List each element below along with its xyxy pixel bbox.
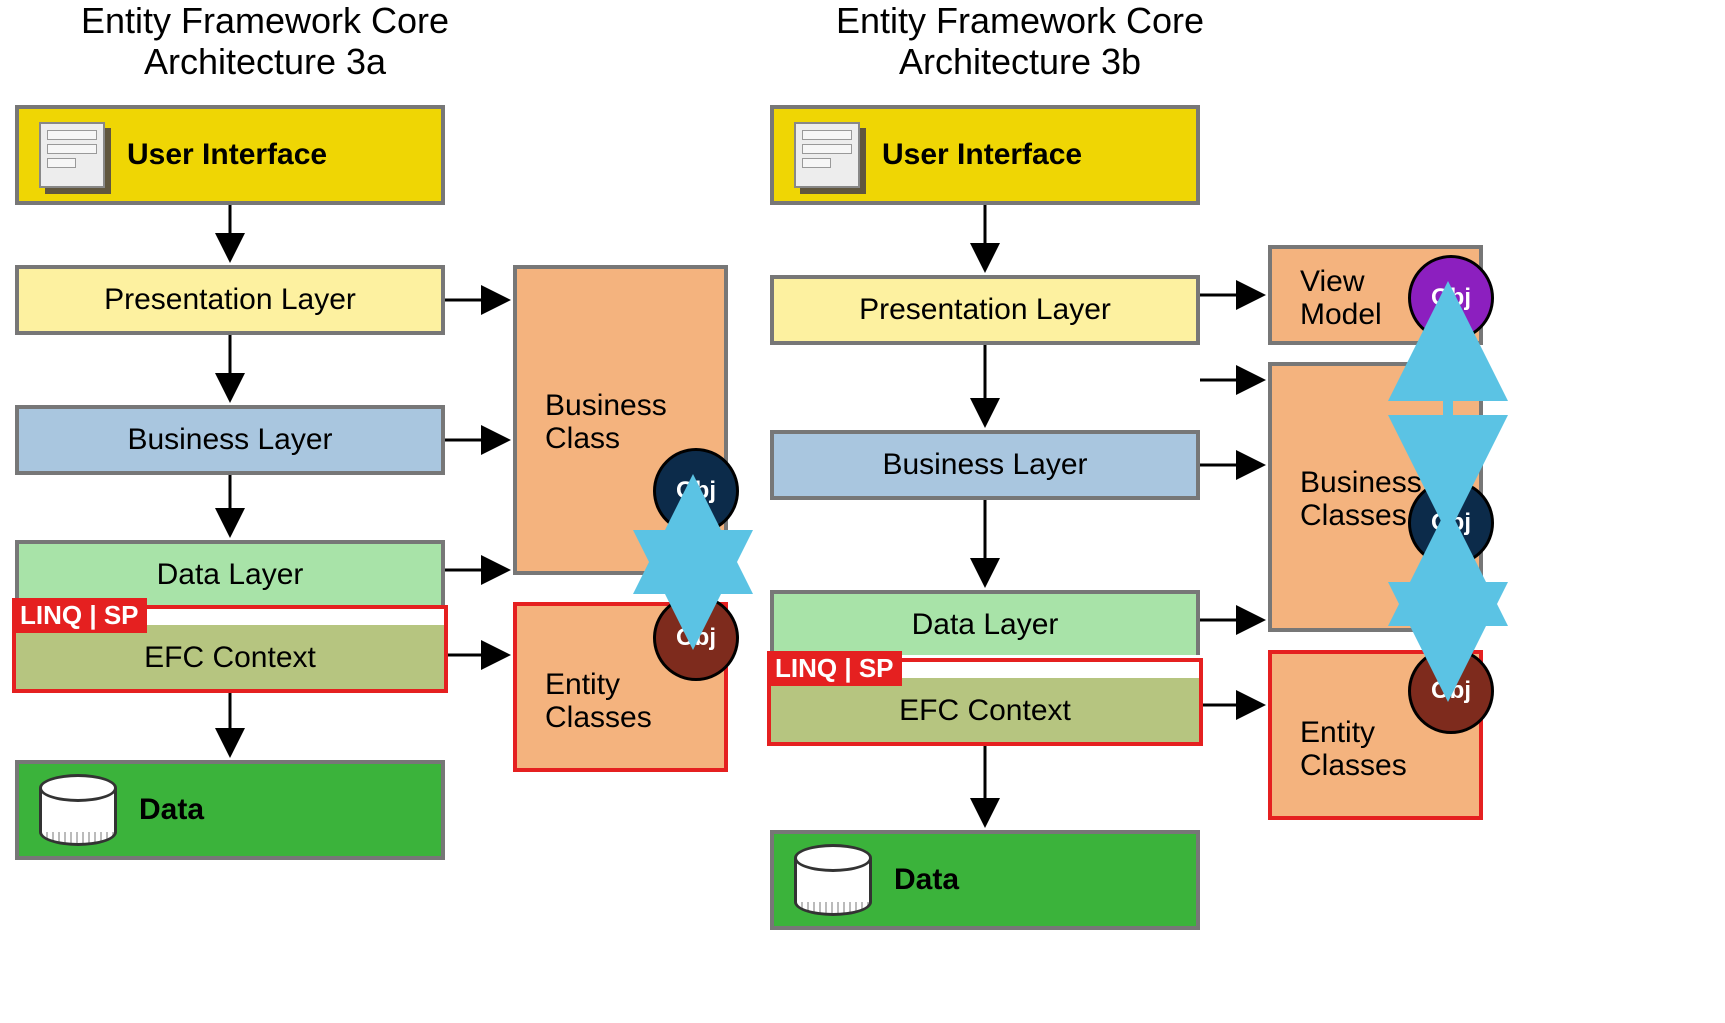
linq-sp-tag-3a: LINQ | SP: [12, 598, 147, 633]
title-3b-line1: Entity Framework Core: [836, 0, 1204, 41]
entity-classes-label-3b: Entity Classes: [1286, 706, 1407, 782]
business-label-3b: Business Layer: [882, 448, 1087, 482]
obj-navy-3b: Obj: [1408, 480, 1494, 566]
business-classes-label-3b: Business Classes: [1286, 456, 1422, 532]
presentation-label-3a: Presentation Layer: [104, 283, 356, 317]
obj-purple-label-3b: Obj: [1431, 284, 1471, 312]
linq-sp-label-3a: LINQ | SP: [20, 600, 139, 630]
title-3b: Entity Framework Core Architecture 3b: [770, 0, 1270, 83]
data-layer-box-3b: Data Layer: [770, 590, 1200, 655]
business-class-label-3a: Business Class: [531, 379, 667, 455]
obj-brown-label-3a: Obj: [676, 624, 716, 652]
ui-label-3b: User Interface: [882, 138, 1082, 172]
obj-navy-label-3a: Obj: [676, 477, 716, 505]
title-3a: Entity Framework Core Architecture 3a: [15, 0, 515, 83]
efc-context-label-3b: EFC Context: [899, 694, 1071, 728]
window-icon: [794, 122, 860, 188]
data-layer-label-3a: Data Layer: [157, 558, 304, 592]
entity-classes-label-3a: Entity Classes: [531, 658, 652, 734]
title-3a-line1: Entity Framework Core: [81, 0, 449, 41]
title-3a-line2: Architecture 3a: [144, 41, 386, 82]
obj-navy-3a: Obj: [653, 448, 739, 534]
database-icon: [39, 774, 117, 846]
ui-label-3a: User Interface: [127, 138, 327, 172]
window-icon: [39, 122, 105, 188]
diagram-canvas: Entity Framework Core Architecture 3a Us…: [0, 0, 1725, 1023]
data-box-3a: Data: [15, 760, 445, 860]
obj-brown-label-3b: Obj: [1431, 677, 1471, 705]
data-label-3a: Data: [139, 793, 204, 827]
efc-context-box-3a: EFC Context: [15, 625, 445, 690]
ui-box-3a: User Interface: [15, 105, 445, 205]
efc-context-label-3a: EFC Context: [144, 641, 316, 675]
business-label-3a: Business Layer: [127, 423, 332, 457]
data-layer-box-3a: Data Layer: [15, 540, 445, 605]
data-label-3b: Data: [894, 863, 959, 897]
presentation-label-3b: Presentation Layer: [859, 293, 1111, 327]
obj-brown-3b: Obj: [1408, 648, 1494, 734]
database-icon: [794, 844, 872, 916]
business-box-3a: Business Layer: [15, 405, 445, 475]
presentation-box-3a: Presentation Layer: [15, 265, 445, 335]
obj-purple-3b: Obj: [1408, 255, 1494, 341]
presentation-box-3b: Presentation Layer: [770, 275, 1200, 345]
ui-box-3b: User Interface: [770, 105, 1200, 205]
data-box-3b: Data: [770, 830, 1200, 930]
data-layer-label-3b: Data Layer: [912, 608, 1059, 642]
efc-context-box-3b: EFC Context: [770, 678, 1200, 743]
business-box-3b: Business Layer: [770, 430, 1200, 500]
view-model-label-3b: View Model: [1286, 255, 1382, 331]
obj-navy-label-3b: Obj: [1431, 509, 1471, 537]
linq-sp-tag-3b: LINQ | SP: [767, 651, 902, 686]
title-3b-line2: Architecture 3b: [899, 41, 1141, 82]
obj-brown-3a: Obj: [653, 595, 739, 681]
linq-sp-label-3b: LINQ | SP: [775, 653, 894, 683]
